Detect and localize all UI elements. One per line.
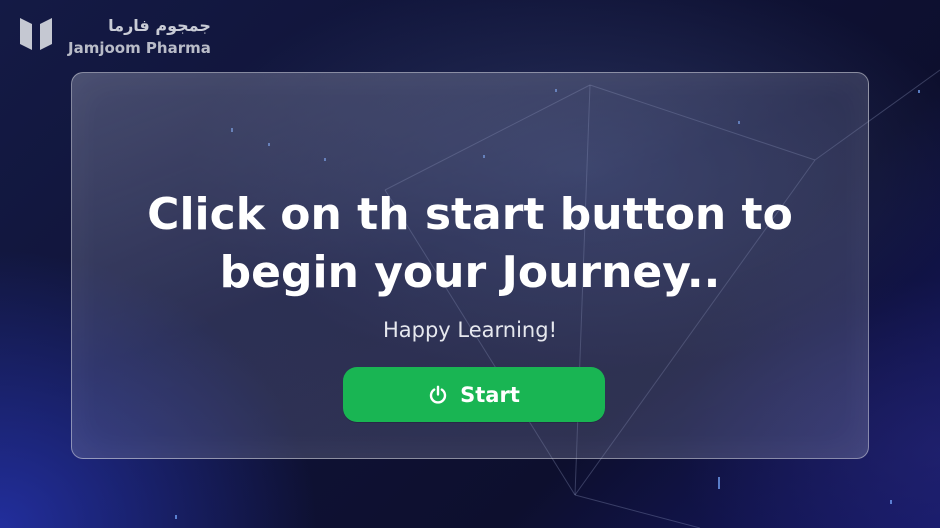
jamjoom-logo-icon (20, 18, 52, 50)
headline-line-2: begin your Journey.. (219, 247, 721, 298)
welcome-subtitle: Happy Learning! (382, 318, 557, 342)
start-button[interactable]: Start (343, 367, 605, 422)
welcome-headline: Click on th start button to begin your J… (0, 186, 940, 302)
power-icon (429, 385, 447, 404)
brand-logo: جمجوم فارما Jamjoom Pharma (18, 16, 211, 58)
brand-name: جمجوم فارما Jamjoom Pharma (68, 16, 211, 58)
brand-name-arabic: جمجوم فارما (108, 16, 211, 35)
brand-name-english: Jamjoom Pharma (68, 39, 211, 57)
start-button-label: Start (460, 382, 520, 407)
headline-line-1: Click on th start button to (147, 189, 793, 240)
